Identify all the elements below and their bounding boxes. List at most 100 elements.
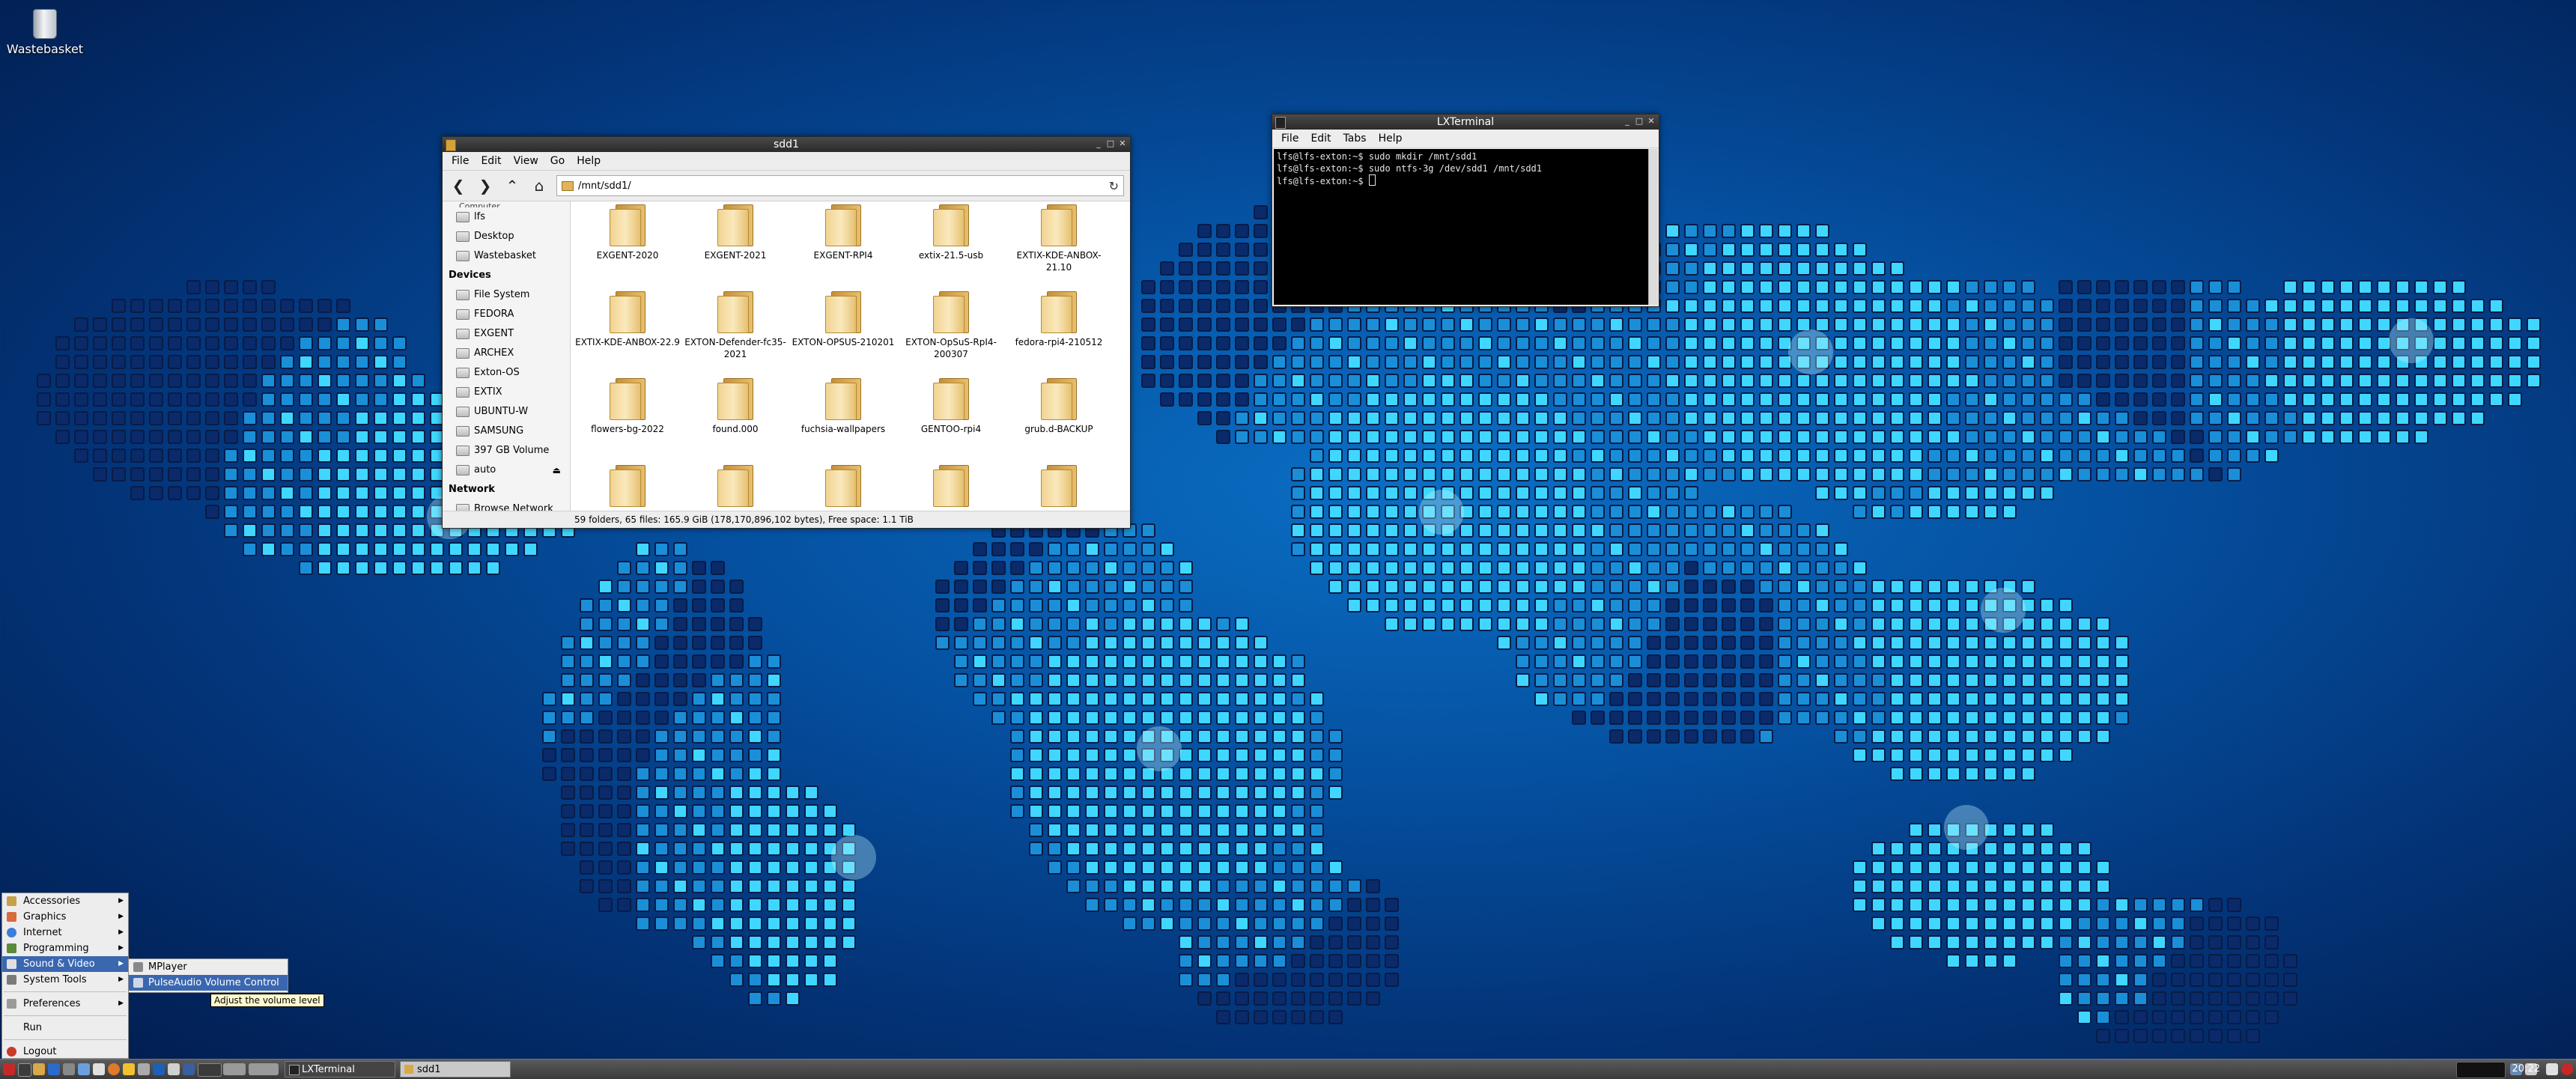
- sidebar-item-desktop[interactable]: Desktop: [443, 227, 570, 246]
- file-manager-launcher-icon[interactable]: [33, 1063, 45, 1075]
- maximize-icon[interactable]: □: [1106, 139, 1115, 149]
- refresh-icon[interactable]: ↻: [1109, 179, 1119, 193]
- path-input[interactable]: /mnt/sdd1/: [578, 180, 1105, 192]
- menu-item-preferences[interactable]: Preferences ▶: [2, 996, 128, 1012]
- terminal-scrollbar[interactable]: [1648, 149, 1658, 305]
- folder-item[interactable]: found.000: [681, 375, 789, 462]
- minimize-icon[interactable]: _: [1094, 139, 1103, 149]
- menu-edit[interactable]: Edit: [475, 152, 507, 170]
- maximize-icon[interactable]: □: [1635, 116, 1644, 127]
- folder-item[interactable]: GENTOO-rpi4: [897, 375, 1005, 462]
- menu-view[interactable]: View: [508, 152, 544, 170]
- pager-desktop-3[interactable]: [249, 1063, 279, 1075]
- screen-lock-icon[interactable]: [2546, 1063, 2558, 1075]
- software-launcher-icon[interactable]: [153, 1063, 165, 1075]
- folder-item[interactable]: EXGENT-2021: [681, 201, 789, 288]
- task-lxterminal[interactable]: LXTerminal: [285, 1061, 395, 1078]
- sidebar-item-wastebasket[interactable]: Wastebasket: [443, 246, 570, 266]
- folder-item[interactable]: EXTIX-KDE-ANBOX-22.9: [574, 288, 681, 375]
- text-editor-launcher-icon[interactable]: [93, 1063, 105, 1075]
- folder-item[interactable]: EXTIX-KDE-ANBOX-21.10: [1005, 201, 1113, 288]
- folder-item[interactable]: LONGSTAY-: [789, 462, 897, 511]
- browser-launcher-icon[interactable]: [108, 1063, 120, 1075]
- menu-item-logout[interactable]: Logout: [2, 1044, 128, 1060]
- terminal-launcher-icon[interactable]: [18, 1063, 31, 1077]
- path-bar[interactable]: /mnt/sdd1/ ↻: [556, 175, 1124, 196]
- back-icon[interactable]: ❮: [449, 177, 468, 195]
- desktop-launcher-icon[interactable]: [48, 1063, 60, 1075]
- file-manager-titlebar[interactable]: sdd1 _ □ ✕: [443, 137, 1130, 152]
- folder-item[interactable]: extix-21.5-usb: [897, 201, 1005, 288]
- menu-go[interactable]: Go: [544, 152, 571, 170]
- menu-tabs[interactable]: Tabs: [1337, 130, 1373, 148]
- sidebar-item-397gb-volume[interactable]: 397 GB Volume: [443, 441, 570, 461]
- folder-item[interactable]: mex-kodi-screenshots: [1005, 462, 1113, 511]
- menu-item-graphics[interactable]: Graphics ▶: [2, 909, 128, 925]
- menu-item-pulseaudio-volume-control[interactable]: PulseAudio Volume Control: [129, 975, 288, 991]
- home-icon[interactable]: ⌂: [529, 177, 549, 195]
- folder-item[interactable]: fuchsia-wallpapers: [789, 375, 897, 462]
- task-sdd1[interactable]: sdd1: [400, 1061, 511, 1078]
- pager-desktop-1[interactable]: [198, 1063, 222, 1077]
- minimize-icon[interactable]: _: [1623, 116, 1632, 127]
- workspace-icon[interactable]: [183, 1063, 195, 1075]
- clock[interactable]: 20:22: [2512, 1060, 2540, 1079]
- sidebar-item-extix[interactable]: EXTIX: [443, 383, 570, 402]
- close-icon[interactable]: ✕: [1118, 139, 1127, 149]
- menu-item-internet[interactable]: Internet ▶: [2, 925, 128, 940]
- folder-item[interactable]: MANUALER: [897, 462, 1005, 511]
- terminal-output[interactable]: lfs@lfs-exton:~$ sudo mkdir /mnt/sdd1 lfs…: [1274, 149, 1648, 305]
- menu-item-run[interactable]: Run: [2, 1020, 128, 1036]
- drive-icon: [456, 446, 470, 456]
- forward-icon[interactable]: ❯: [476, 177, 495, 195]
- menu-help[interactable]: Help: [1373, 130, 1409, 148]
- sidebar-item-browse-network[interactable]: Browse Network: [443, 499, 570, 511]
- menu-item-system-tools[interactable]: System Tools ▶: [2, 972, 128, 988]
- up-icon[interactable]: ⌃: [502, 177, 522, 195]
- menu-item-programming[interactable]: Programming ▶: [2, 940, 128, 956]
- sidebar-item-exton-os[interactable]: Exton-OS: [443, 363, 570, 383]
- menu-item-sound-video[interactable]: Sound & Video ▶: [2, 956, 128, 972]
- sidebar-item-auto[interactable]: auto ⏏: [443, 461, 570, 480]
- close-icon[interactable]: ✕: [1647, 116, 1656, 127]
- folder-item[interactable]: grub.d-BACKUP: [1005, 375, 1113, 462]
- folder-item[interactable]: fedora-rpi4-210512: [1005, 288, 1113, 375]
- sidebar-item-samsung[interactable]: SAMSUNG: [443, 422, 570, 441]
- pager-desktop-2[interactable]: [223, 1063, 246, 1075]
- folder-item[interactable]: LINUX: [681, 462, 789, 511]
- menu-item-mplayer[interactable]: MPlayer: [129, 959, 288, 975]
- menu-file[interactable]: File: [1275, 130, 1304, 148]
- folder-item[interactable]: EXTON-OpSuS-RpI4-200307: [897, 288, 1005, 375]
- eject-icon[interactable]: ⏏: [553, 461, 561, 480]
- folder-item[interactable]: EXGENT-2020: [574, 201, 681, 288]
- system-launcher-icon[interactable]: [63, 1063, 75, 1075]
- multimedia-icon: [7, 959, 16, 969]
- start-menu-icon[interactable]: [3, 1063, 15, 1075]
- sidebar-item-fedora[interactable]: FEDORA: [443, 305, 570, 324]
- menu-edit[interactable]: Edit: [1304, 130, 1337, 148]
- terminal-titlebar[interactable]: LXTerminal _ □ ✕: [1272, 115, 1659, 130]
- folder-item[interactable]: EXGENT-RPI4: [789, 201, 897, 288]
- menu-help[interactable]: Help: [571, 152, 607, 170]
- sidebar-item-ubuntu-w[interactable]: UBUNTU-W: [443, 402, 570, 422]
- power-icon[interactable]: [2561, 1063, 2573, 1075]
- sidebar-item-exgent[interactable]: EXGENT: [443, 324, 570, 344]
- folder-item[interactable]: EXTON-OPSUS-210201: [789, 288, 897, 375]
- file-manager-window[interactable]: sdd1 _ □ ✕ File Edit View Go Help ❮ ❯ ⌃ …: [442, 136, 1131, 529]
- settings-launcher-icon[interactable]: [138, 1063, 150, 1075]
- folder-item[interactable]: LFS-EXTON-: [574, 462, 681, 511]
- folder-launcher-icon[interactable]: [123, 1063, 135, 1075]
- menu-item-accessories[interactable]: Accessories ▶: [2, 893, 128, 909]
- folder-label: EXTIX-KDE-ANBOX-21.10: [1016, 250, 1102, 273]
- desktop-icon-wastebasket[interactable]: Wastebasket: [6, 9, 84, 56]
- menu-file[interactable]: File: [446, 152, 475, 170]
- sidebar-item-lfs[interactable]: lfs: [443, 207, 570, 227]
- network-launcher-icon[interactable]: [78, 1063, 90, 1075]
- taskbar: LXTerminal sdd1 20:22: [0, 1059, 2576, 1079]
- sidebar-item-archex[interactable]: ARCHEX: [443, 344, 570, 363]
- terminal-window[interactable]: LXTerminal _ □ ✕ File Edit Tabs Help lfs…: [1272, 114, 1659, 307]
- sidebar-item-filesystem[interactable]: File System: [443, 285, 570, 305]
- folder-item[interactable]: EXTON-Defender-fc35-2021: [681, 288, 789, 375]
- folder-item[interactable]: flowers-bg-2022: [574, 375, 681, 462]
- screenshot-launcher-icon[interactable]: [168, 1063, 180, 1075]
